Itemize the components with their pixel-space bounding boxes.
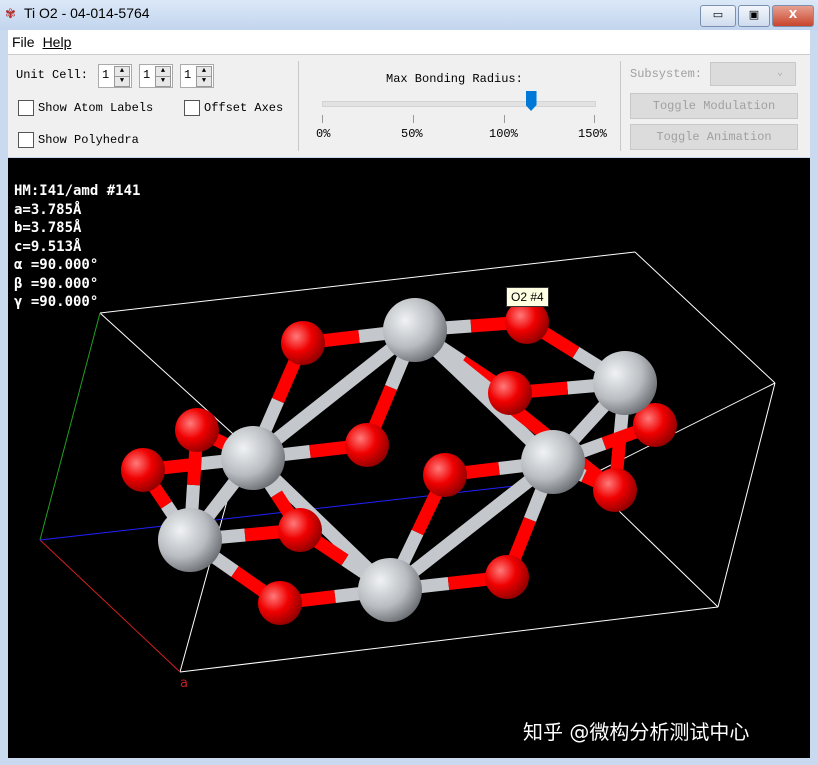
oxygen-atom[interactable] xyxy=(423,453,467,497)
unit-cell-c-spinner[interactable]: 1▲▼ xyxy=(180,64,214,88)
tick-label: 100% xyxy=(489,127,518,141)
unit-cell-label: Unit Cell: xyxy=(16,68,88,82)
tick xyxy=(504,115,505,123)
chevron-down-icon: ⌄ xyxy=(777,68,795,79)
titanium-atom[interactable] xyxy=(521,430,585,494)
close-button[interactable]: X xyxy=(772,5,814,27)
spinner-value: 1 xyxy=(184,68,191,82)
window-title: Ti O2 - 04-014-5764 xyxy=(24,5,150,21)
maximize-button[interactable]: ▣ xyxy=(738,5,770,27)
toggle-modulation-button[interactable]: Toggle Modulation xyxy=(630,93,798,119)
tick xyxy=(322,115,323,123)
tick-label: 150% xyxy=(578,127,607,141)
oxygen-atom[interactable] xyxy=(593,468,637,512)
spinner-value: 1 xyxy=(143,68,150,82)
show-atom-labels-label: Show Atom Labels xyxy=(38,101,153,115)
atom-tooltip: O2 #4 xyxy=(506,287,549,307)
bonding-radius-label: Max Bonding Radius: xyxy=(386,72,523,86)
titanium-atom[interactable] xyxy=(221,426,285,490)
oxygen-atom[interactable] xyxy=(485,555,529,599)
minimize-button[interactable]: ▭ xyxy=(700,5,736,27)
param-beta: β =90.000° xyxy=(14,275,140,294)
tick-label: 0% xyxy=(316,127,330,141)
tick-label: 50% xyxy=(401,127,423,141)
structure-viewer[interactable]: HM:I41/amd #141 a=3.785Å b=3.785Å c=9.51… xyxy=(8,158,810,758)
spin-down-icon[interactable]: ▼ xyxy=(196,76,212,87)
oxygen-atom[interactable] xyxy=(175,408,219,452)
subsystem-select[interactable]: ⌄ xyxy=(710,62,796,86)
subsystem-label: Subsystem: xyxy=(630,67,702,81)
spin-down-icon[interactable]: ▼ xyxy=(114,76,130,87)
cell-info: HM:I41/amd #141 a=3.785Å b=3.785Å c=9.51… xyxy=(14,182,140,312)
oxygen-atom[interactable] xyxy=(281,321,325,365)
toggle-animation-button[interactable]: Toggle Animation xyxy=(630,124,798,150)
param-c: c=9.513Å xyxy=(14,238,140,257)
param-a: a=3.785Å xyxy=(14,201,140,220)
show-polyhedra-checkbox[interactable] xyxy=(18,132,34,148)
menu-file[interactable]: File xyxy=(8,30,39,50)
titanium-atom[interactable] xyxy=(358,558,422,622)
title-bar: ✾ Ti O2 - 04-014-5764 ▭ ▣ X xyxy=(0,0,818,30)
menu-help[interactable]: Help xyxy=(39,30,76,50)
space-group: HM:I41/amd #141 xyxy=(14,182,140,201)
titanium-atom[interactable] xyxy=(383,298,447,362)
offset-axes-checkbox[interactable] xyxy=(184,100,200,116)
oxygen-atom[interactable] xyxy=(258,581,302,625)
divider xyxy=(620,61,621,151)
titanium-atom[interactable] xyxy=(593,351,657,415)
toolbar: Unit Cell: 1▲▼ 1▲▼ 1▲▼ Show Atom Labels … xyxy=(8,55,810,157)
oxygen-atom[interactable] xyxy=(121,448,165,492)
param-alpha: α =90.000° xyxy=(14,256,140,275)
unit-cell-a-spinner[interactable]: 1▲▼ xyxy=(98,64,132,88)
unit-cell-b-spinner[interactable]: 1▲▼ xyxy=(139,64,173,88)
oxygen-atom[interactable] xyxy=(345,423,389,467)
offset-axes-label: Offset Axes xyxy=(204,101,283,115)
show-atom-labels-checkbox[interactable] xyxy=(18,100,34,116)
divider xyxy=(298,61,299,151)
oxygen-atom[interactable] xyxy=(488,371,532,415)
axis-a-label: a xyxy=(180,676,188,691)
titanium-atom[interactable] xyxy=(158,508,222,572)
menu-bar: FileHelp xyxy=(8,30,810,55)
app-icon: ✾ xyxy=(5,7,16,22)
param-b: b=3.785Å xyxy=(14,219,140,238)
tick xyxy=(594,115,595,123)
bonding-radius-slider[interactable] xyxy=(322,101,596,107)
spin-down-icon[interactable]: ▼ xyxy=(155,76,171,87)
spinner-value: 1 xyxy=(102,68,109,82)
watermark: 知乎 @微构分析测试中心 xyxy=(523,716,749,745)
oxygen-atom[interactable] xyxy=(278,508,322,552)
show-polyhedra-label: Show Polyhedra xyxy=(38,133,139,147)
slider-thumb[interactable] xyxy=(526,91,537,111)
tick xyxy=(413,115,414,123)
param-gamma: γ =90.000° xyxy=(14,293,140,312)
